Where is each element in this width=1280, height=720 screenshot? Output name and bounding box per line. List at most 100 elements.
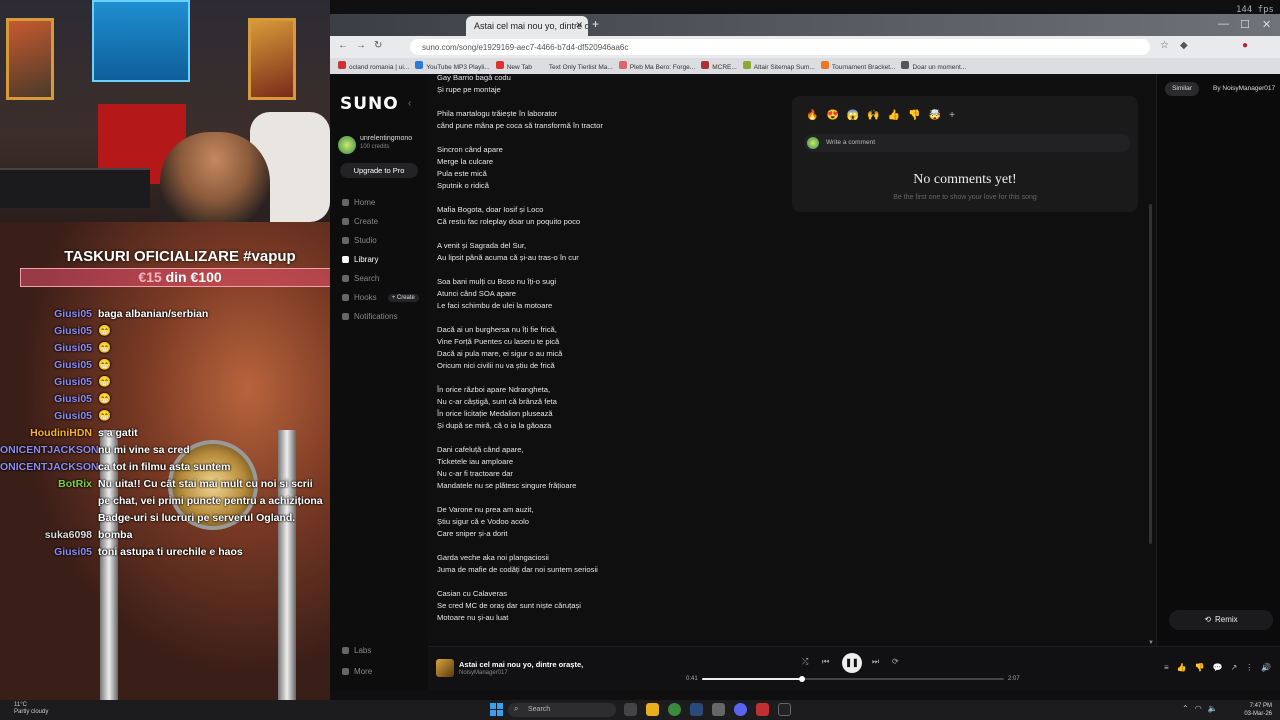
collapse-sidebar-icon[interactable]: ‹ xyxy=(408,98,411,109)
reaction-emoji[interactable]: 👎 xyxy=(908,110,920,121)
reaction-emoji[interactable]: 😍 xyxy=(826,110,838,121)
previous-icon[interactable]: ⏮ xyxy=(822,657,829,667)
reaction-emoji[interactable]: 😱 xyxy=(847,110,859,121)
bookmark-item[interactable]: Tournament Bracket... xyxy=(820,61,895,71)
chat-username[interactable]: ONICENTJACKSON xyxy=(0,459,99,476)
tab-active[interactable]: Astai cel mai nou yo, dintre oraș... ✕ xyxy=(466,16,588,36)
share-icon[interactable]: ↗ xyxy=(1231,663,1238,672)
start-button[interactable] xyxy=(490,703,503,716)
reaction-emoji[interactable]: 🔥 xyxy=(806,110,818,121)
scrollbar-thumb[interactable] xyxy=(1149,204,1152,544)
chat-username[interactable]: Giusi05 xyxy=(0,544,92,561)
progress-handle[interactable] xyxy=(798,676,805,682)
chrome-icon[interactable] xyxy=(668,703,681,716)
chat-username[interactable]: Giusi05 xyxy=(0,323,92,340)
back-icon[interactable]: ← xyxy=(338,40,348,51)
nav-studio[interactable]: Studio xyxy=(342,236,377,245)
reload-icon[interactable]: ↻ xyxy=(374,40,382,51)
queue-icon[interactable]: ≡ xyxy=(1164,663,1169,672)
close-tab-icon[interactable]: ✕ xyxy=(575,20,583,31)
nav-hooks[interactable]: Hooks + Create xyxy=(342,293,419,302)
nav-more[interactable]: More xyxy=(342,667,372,676)
bookmark-item[interactable]: Doar un moment... xyxy=(901,61,966,71)
chat-username[interactable]: Giusi05 xyxy=(0,391,92,408)
reaction-emoji[interactable]: 🙌 xyxy=(867,110,879,121)
clock[interactable]: 7:47 PM 03-Mar-26 xyxy=(1236,702,1272,718)
speaker-icon[interactable]: 🔈 xyxy=(1208,704,1218,713)
pause-button[interactable]: ❚❚ xyxy=(842,653,862,673)
discord-icon[interactable] xyxy=(734,703,747,716)
shuffle-icon[interactable]: ⤮ xyxy=(802,657,808,667)
nav-search[interactable]: Search xyxy=(342,274,379,283)
obs-icon[interactable] xyxy=(778,703,791,716)
star-icon[interactable]: ☆ xyxy=(1160,40,1169,51)
hooks-create-button[interactable]: + Create xyxy=(387,293,419,302)
remix-label: Remix xyxy=(1215,615,1238,624)
minimize-icon[interactable]: — xyxy=(1218,18,1229,30)
add-reaction-icon[interactable]: + xyxy=(949,110,955,121)
username[interactable]: unrelentingmono xyxy=(360,135,412,142)
wifi-icon[interactable]: ◠ xyxy=(1195,704,1202,713)
tab-similar[interactable]: Similar xyxy=(1165,82,1199,96)
tab-by-artist[interactable]: By NoisyManager017 xyxy=(1213,85,1275,92)
steam-icon[interactable] xyxy=(690,703,703,716)
bookmark-item[interactable]: New Tab xyxy=(495,61,532,71)
maximize-icon[interactable]: ☐ xyxy=(1240,18,1250,31)
chat-username[interactable]: Giusi05 xyxy=(0,357,92,374)
cover-art[interactable] xyxy=(436,659,454,677)
dislike-icon[interactable]: 👎 xyxy=(1195,663,1205,672)
chat-username[interactable]: Giusi05 xyxy=(0,340,92,357)
reaction-emoji[interactable]: 👍 xyxy=(888,110,900,121)
bookmark-item[interactable]: ocland romania | ui... xyxy=(338,61,409,71)
close-window-icon[interactable]: ✕ xyxy=(1262,18,1271,31)
repeat-icon[interactable]: ⟳ xyxy=(892,657,899,666)
file-explorer-icon[interactable] xyxy=(646,703,659,716)
profile-icon[interactable]: ● xyxy=(1242,40,1248,51)
reaction-emoji[interactable]: 🤯 xyxy=(929,110,941,121)
duration-time: 2:07 xyxy=(1008,676,1020,682)
chat-username[interactable]: suka6098 xyxy=(0,527,92,544)
remix-button[interactable]: ⟲ Remix xyxy=(1169,610,1273,630)
comment-input[interactable]: Write a comment xyxy=(804,134,1130,152)
nav-labs[interactable]: Labs xyxy=(342,646,371,655)
task-view-icon[interactable] xyxy=(624,703,637,716)
now-playing-title[interactable]: Astai cel mai nou yo, dintre oraște, xyxy=(459,660,583,669)
app-icon[interactable] xyxy=(756,703,769,716)
suno-logo[interactable]: SUNO xyxy=(340,94,399,114)
app-icon[interactable] xyxy=(712,703,725,716)
chat-text: toni astupa ti urechile e haos xyxy=(98,546,243,558)
bookmark-item[interactable]: Text Only Tierlist Ma... xyxy=(537,61,613,71)
bookmark-item[interactable]: Altair Sitemap Sum... xyxy=(742,61,815,71)
chat-username[interactable]: Giusi05 xyxy=(0,408,92,425)
chat-username[interactable]: Giusi05 xyxy=(0,306,92,323)
chevron-up-icon[interactable]: ⌃ xyxy=(1182,704,1189,713)
bookmark-item[interactable]: MCRE... xyxy=(701,61,737,71)
now-playing-artist[interactable]: NoisyManager017 xyxy=(459,670,508,676)
more-options-icon[interactable]: ⋮ xyxy=(1245,663,1253,672)
weather-widget[interactable]: 11°C Partly cloudy xyxy=(14,702,48,716)
chat-username[interactable]: Giusi05 xyxy=(0,374,92,391)
volume-icon[interactable]: 🔊 xyxy=(1261,663,1271,672)
comment-icon[interactable]: 💬 xyxy=(1213,663,1223,672)
bookmark-item[interactable]: YouTube MP3 Playli... xyxy=(415,61,490,71)
like-icon[interactable]: 👍 xyxy=(1177,663,1187,672)
lyrics-pane[interactable]: Gay Barrio bagă codu Și rupe pe montaje Ph… xyxy=(428,74,780,646)
new-tab-icon[interactable]: + xyxy=(592,17,599,31)
upgrade-button[interactable]: Upgrade to Pro xyxy=(340,163,418,178)
progress-slider[interactable] xyxy=(702,676,1004,682)
chat-username[interactable]: HoudiniHDN xyxy=(0,425,92,442)
nav-notifications[interactable]: Notifications xyxy=(342,312,398,321)
nav-home[interactable]: Home xyxy=(342,198,375,207)
avatar[interactable] xyxy=(338,136,356,154)
forward-icon[interactable]: → xyxy=(356,40,366,51)
taskbar-search[interactable]: ⌕ Search xyxy=(508,703,616,717)
next-icon[interactable]: ⏭ xyxy=(872,657,879,667)
chat-username[interactable]: BotRix xyxy=(0,476,92,527)
nav-library[interactable]: Library xyxy=(342,255,378,264)
extensions-icon[interactable]: ◆ xyxy=(1180,40,1188,51)
chat-username[interactable]: ONICENTJACKSON xyxy=(0,442,99,459)
scrollbar[interactable]: ▼ xyxy=(1148,74,1154,646)
url-field[interactable]: suno.com/song/e1929169-aec7-4466-b7d4-df… xyxy=(410,39,1150,55)
bookmark-item[interactable]: Pleb Ma Bero: Forge... xyxy=(618,61,695,71)
nav-create[interactable]: Create xyxy=(342,217,378,226)
